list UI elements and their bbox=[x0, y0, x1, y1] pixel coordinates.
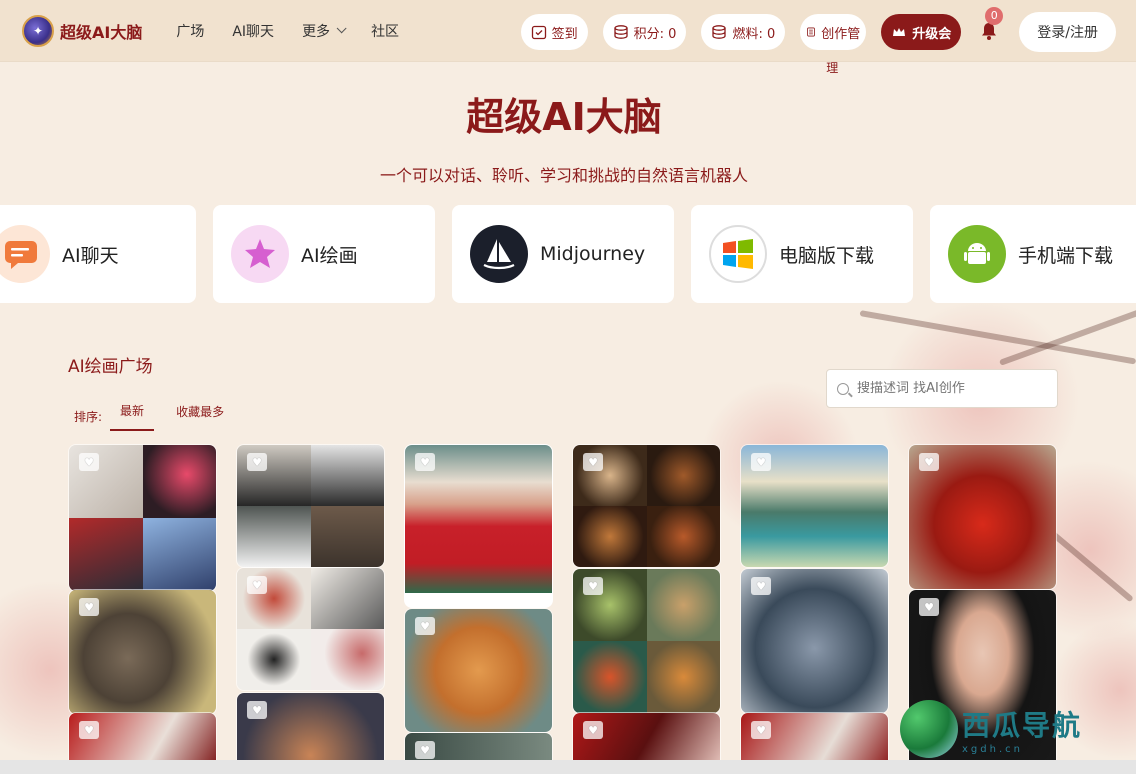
feature-cards: AI聊天 AI绘画 Midjourney 电脑版下载 手机端下载 bbox=[0, 205, 1136, 303]
sort-bar: 排序: 最新 收藏最多 bbox=[74, 402, 246, 431]
logo-text: 超级AI大脑 bbox=[60, 22, 143, 42]
sort-label: 排序: bbox=[74, 410, 103, 424]
favorite-heart-icon[interactable] bbox=[79, 598, 99, 616]
midjourney-sailboat-icon bbox=[470, 225, 528, 283]
feature-card-pc-download[interactable]: 电脑版下载 bbox=[691, 205, 913, 303]
chevron-down-icon bbox=[336, 23, 347, 34]
checkin-label: 签到 bbox=[551, 26, 578, 42]
favorite-heart-icon[interactable] bbox=[415, 617, 435, 635]
nav-item-more[interactable]: 更多 bbox=[302, 21, 347, 41]
database-icon bbox=[712, 25, 727, 39]
feature-card-ai-chat[interactable]: AI聊天 bbox=[0, 205, 196, 303]
fuel-button[interactable]: 燃料: 0 bbox=[701, 14, 786, 50]
favorite-heart-icon[interactable] bbox=[247, 701, 267, 719]
creation-manage-button[interactable]: 创作管 理 bbox=[800, 14, 867, 75]
site-logo[interactable]: ✦ 超级AI大脑 bbox=[22, 14, 143, 47]
site-watermark: 西瓜导航 xgdh.cn bbox=[900, 700, 1082, 758]
favorite-heart-icon[interactable] bbox=[751, 453, 771, 471]
main-nav: 广场 AI聊天 更多 社区 bbox=[162, 21, 413, 41]
sort-option-most-favorited[interactable]: 收藏最多 bbox=[176, 403, 224, 430]
nav-item-square[interactable]: 广场 bbox=[176, 21, 204, 41]
upgrade-label: 升级会 bbox=[912, 26, 952, 42]
nav-item-ai-chat[interactable]: AI聊天 bbox=[232, 21, 274, 41]
gallery-image-card[interactable] bbox=[68, 589, 217, 715]
favorite-heart-icon[interactable] bbox=[247, 453, 267, 471]
favorite-heart-icon[interactable] bbox=[415, 453, 435, 471]
hero-title: 超级AI大脑 bbox=[466, 95, 662, 139]
gallery-section-title: AI绘画广场 bbox=[68, 357, 153, 377]
gallery-image-card[interactable] bbox=[572, 568, 721, 714]
fuel-label: 燃料: 0 bbox=[732, 26, 776, 42]
sort-option-latest[interactable]: 最新 bbox=[110, 402, 155, 431]
favorite-heart-icon[interactable] bbox=[751, 577, 771, 595]
favorite-heart-icon[interactable] bbox=[919, 598, 939, 616]
gallery-search-box[interactable] bbox=[826, 369, 1058, 408]
gallery-image-card[interactable] bbox=[404, 444, 553, 608]
upgrade-vip-button[interactable]: 升级会 bbox=[881, 14, 962, 50]
gallery-image-card[interactable] bbox=[908, 444, 1057, 590]
favorite-heart-icon[interactable] bbox=[919, 453, 939, 471]
gallery-image-card[interactable] bbox=[68, 444, 217, 592]
paint-star-icon bbox=[231, 225, 289, 283]
gallery-image-card[interactable] bbox=[236, 444, 385, 568]
android-icon bbox=[948, 225, 1006, 283]
horizontal-scrollbar[interactable] bbox=[0, 760, 1136, 774]
gallery-image-card[interactable] bbox=[740, 444, 889, 568]
favorite-heart-icon[interactable] bbox=[583, 453, 603, 471]
hero-subtitle: 一个可以对话、聆听、学习和挑战的自然语言机器人 bbox=[379, 166, 748, 185]
favorite-heart-icon[interactable] bbox=[583, 721, 603, 739]
points-button[interactable]: 积分: 0 bbox=[602, 14, 687, 50]
feature-card-label: 手机端下载 bbox=[1018, 244, 1114, 267]
watermark-text: 西瓜导航 bbox=[962, 708, 1083, 742]
notification-button[interactable]: 0 bbox=[979, 7, 1004, 43]
creation-manage-label: 创作管 bbox=[821, 26, 861, 42]
points-label: 积分: 0 bbox=[633, 26, 677, 42]
calendar-check-icon bbox=[531, 25, 546, 40]
feature-card-label: AI绘画 bbox=[301, 244, 358, 267]
favorite-heart-icon[interactable] bbox=[583, 577, 603, 595]
header-actions: 签到 积分: 0 燃料: 0 创作管 理 升级会 0 登录/注册 bbox=[506, 7, 1116, 75]
chat-icon bbox=[0, 225, 50, 283]
feature-card-ai-paint[interactable]: AI绘画 bbox=[213, 205, 435, 303]
top-navbar: ✦ 超级AI大脑 广场 AI聊天 更多 社区 签到 积分: 0 燃料: 0 创作… bbox=[0, 0, 1136, 75]
nav-item-more-label: 更多 bbox=[302, 23, 331, 40]
feature-card-label: AI聊天 bbox=[62, 244, 119, 267]
feature-card-label: 电脑版下载 bbox=[779, 244, 875, 267]
nav-item-community[interactable]: 社区 bbox=[371, 21, 399, 41]
gallery-image-card[interactable] bbox=[236, 567, 385, 691]
watermelon-logo-icon bbox=[900, 700, 958, 758]
feature-card-label: Midjourney bbox=[540, 243, 646, 265]
favorite-heart-icon[interactable] bbox=[751, 721, 771, 739]
document-icon bbox=[807, 27, 816, 37]
brain-logo-icon: ✦ bbox=[22, 14, 54, 47]
login-register-button[interactable]: 登录/注册 bbox=[1019, 12, 1116, 52]
favorite-heart-icon[interactable] bbox=[79, 453, 99, 471]
favorite-heart-icon[interactable] bbox=[247, 576, 267, 594]
feature-card-midjourney[interactable]: Midjourney bbox=[452, 205, 674, 303]
notification-count-badge: 0 bbox=[985, 7, 1004, 25]
checkin-button[interactable]: 签到 bbox=[520, 14, 588, 50]
gallery-search-input[interactable] bbox=[857, 381, 1047, 396]
gallery-image-card[interactable] bbox=[572, 444, 721, 568]
favorite-heart-icon[interactable] bbox=[415, 741, 435, 759]
search-icon bbox=[837, 382, 849, 395]
favorite-heart-icon[interactable] bbox=[79, 721, 99, 739]
creation-manage-label-wrap: 理 bbox=[826, 61, 839, 75]
database-icon bbox=[614, 25, 628, 39]
windows-icon bbox=[709, 225, 767, 283]
gallery-image-card[interactable] bbox=[740, 568, 889, 714]
watermark-url: xgdh.cn bbox=[962, 743, 1023, 755]
crown-icon bbox=[893, 28, 906, 36]
feature-card-mobile-download[interactable]: 手机端下载 bbox=[930, 205, 1136, 303]
gallery-image-card[interactable] bbox=[404, 608, 553, 733]
